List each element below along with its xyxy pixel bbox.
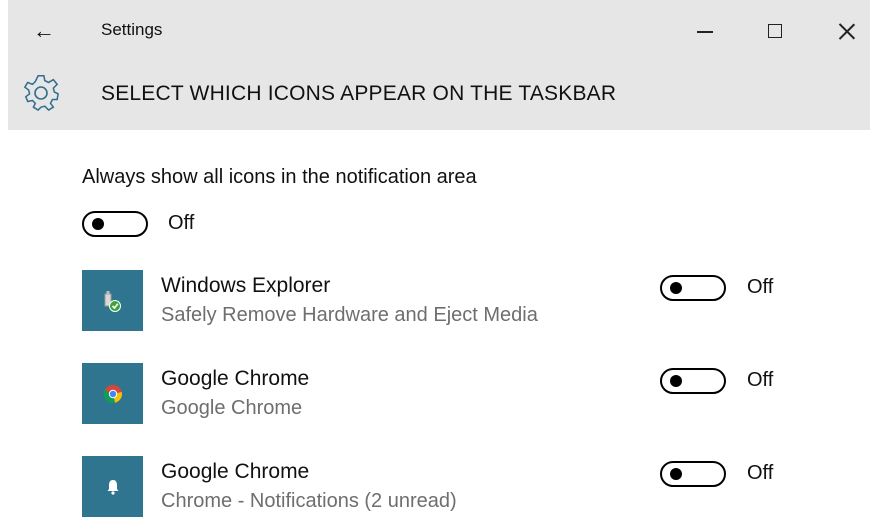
app-toggle-google-chrome[interactable] [660,368,726,394]
back-button[interactable]: ← [28,16,60,46]
app-toggle-state: Off [747,276,774,298]
app-tile-windows-explorer [82,270,143,331]
app-toggle-windows-explorer[interactable] [660,275,726,301]
always-show-label: Always show all icons in the notificatio… [82,166,477,188]
app-tile-chrome-notifications [82,456,143,517]
gear-icon [23,75,59,111]
app-name: Google Chrome [161,367,310,390]
window-title: Settings [101,20,163,39]
app-description: Safely Remove Hardware and Eject Media [161,304,538,326]
close-button[interactable] [824,10,870,52]
chrome-icon [103,384,122,403]
app-toggle-state: Off [747,462,774,484]
app-description: Chrome - Notifications (2 unread) [161,490,457,512]
minimize-button[interactable] [682,10,728,52]
page-title: SELECT WHICH ICONS APPEAR ON THE TASKBAR [101,82,617,105]
toggle-knob [670,282,682,294]
app-toggle-chrome-notifications[interactable] [660,461,726,487]
bell-icon [107,479,118,495]
maximize-button[interactable] [752,10,798,52]
toggle-knob [92,218,104,230]
app-tile-google-chrome [82,363,143,424]
app-name: Windows Explorer [161,274,331,297]
close-icon [838,22,856,40]
maximize-icon [768,24,782,38]
usb-eject-icon [104,290,121,312]
app-toggle-state: Off [747,369,774,391]
toggle-knob [670,468,682,480]
toggle-knob [670,375,682,387]
minimize-icon [697,31,713,33]
always-show-state: Off [168,212,195,234]
always-show-toggle[interactable] [82,211,148,237]
app-description: Google Chrome [161,397,303,419]
app-name: Google Chrome [161,460,310,483]
